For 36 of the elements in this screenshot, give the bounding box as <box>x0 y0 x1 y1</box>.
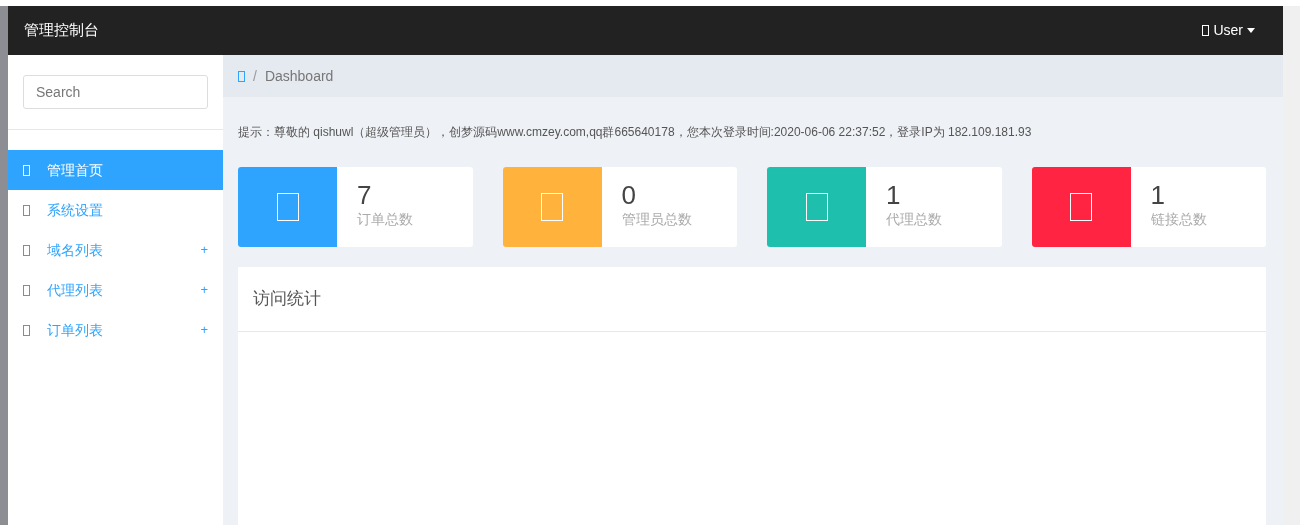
sidebar-item[interactable]: 域名列表 + <box>8 230 223 270</box>
glyph-box-icon <box>1202 25 1210 36</box>
glyph-box-icon <box>1070 193 1092 221</box>
glyph-box-icon <box>23 164 30 176</box>
stat-value: 1 <box>886 181 902 209</box>
search-field[interactable]: Search <box>23 75 208 109</box>
caret-icon <box>1247 28 1255 33</box>
glyph-box-icon <box>23 244 30 256</box>
glyph-box-icon <box>805 193 828 221</box>
user-menu[interactable]: User <box>1202 20 1255 41</box>
expand-toggle[interactable]: + <box>200 320 208 340</box>
glyph-box-icon <box>23 324 30 336</box>
login-notice: 提示：尊敬的 qishuwl（超级管理员），创梦源码www.cmzey.com,qq群665640178，您本次登录时间:2020-06-06 22:37:52，登录IP为 182.109.181.93 <box>238 124 1033 141</box>
stat-label: 链接总数 <box>1150 210 1207 229</box>
glyph-box-icon <box>23 284 30 296</box>
stat-label: 管理员总数 <box>621 210 692 229</box>
stat-label: 代理总数 <box>886 210 942 229</box>
sidebar-item[interactable]: 订单列表 + <box>8 310 223 350</box>
sidebar-item[interactable]: 代理列表 + <box>8 270 223 310</box>
sidebar-item[interactable]: 管理首页 <box>8 150 223 190</box>
glyph-box-icon <box>541 193 563 221</box>
panel-title: 访问统计 <box>253 288 321 311</box>
glyph-box-icon <box>23 204 30 216</box>
app-title[interactable]: 管理控制台 <box>24 19 99 42</box>
stat-value: 0 <box>621 181 637 209</box>
sidebar-item[interactable]: 系统设置 <box>8 190 223 230</box>
stat-value: 1 <box>1150 181 1166 209</box>
stat-label: 订单总数 <box>357 210 413 229</box>
glyph-box-icon <box>276 193 299 221</box>
expand-toggle[interactable]: + <box>200 240 208 260</box>
breadcrumb-separator: / <box>253 66 257 86</box>
expand-toggle[interactable]: + <box>200 280 208 300</box>
scrollbar-track[interactable] <box>1283 6 1300 525</box>
stat-value: 7 <box>357 181 373 209</box>
home-glyph-icon <box>238 70 245 82</box>
breadcrumb-current: Dashboard <box>264 66 334 86</box>
